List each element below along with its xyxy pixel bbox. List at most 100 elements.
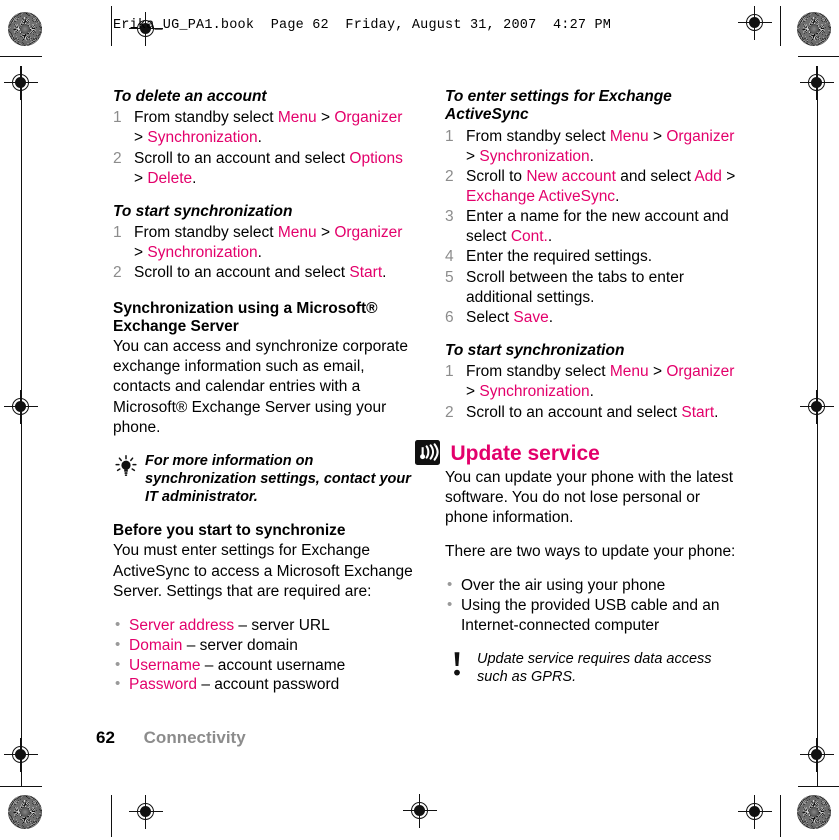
step-number: 2 — [113, 264, 122, 282]
menu-keyword: Menu — [609, 127, 649, 145]
list-item: 1 From standby select Menu > Organizer > … — [445, 127, 745, 167]
list-item: Using the provided USB cable and an Inte… — [445, 595, 745, 636]
step-number: 5 — [445, 268, 454, 286]
step-text: From standby select — [134, 109, 278, 127]
heading-to-delete-an-account: To delete an account — [113, 88, 267, 105]
menu-keyword: Menu — [277, 224, 317, 242]
menu-keyword: Start — [349, 264, 383, 282]
setting-description: – account password — [197, 676, 340, 694]
list-item: Username – account username — [113, 655, 413, 676]
menu-keyword: Organizer — [666, 363, 735, 381]
heading-to-enter-settings-exchange-activesync: To enter settings for Exchange ActiveSyn… — [445, 88, 672, 124]
setting-description: – account username — [200, 656, 346, 674]
step-number: 3 — [445, 208, 454, 226]
step-text: . — [547, 228, 553, 246]
setting-name: Username — [129, 656, 201, 674]
step-text: Enter a name for the new account and sel… — [466, 208, 729, 246]
menu-keyword: Organizer — [666, 127, 735, 145]
menu-keyword: Delete — [147, 169, 193, 187]
tip-callout-it-administrator: For more information on synchronization … — [113, 452, 413, 506]
menu-keyword: Synchronization — [479, 383, 590, 401]
menu-keyword: Add — [694, 167, 722, 185]
steps-start-synchronization-left: 1 From standby select Menu > Organizer > … — [113, 223, 413, 283]
heading-before-you-start: Before you start to synchronize — [113, 522, 346, 540]
step-text: . — [615, 187, 620, 205]
note-callout-gprs: Update service requires data access such… — [445, 650, 745, 686]
step-text: > — [316, 224, 335, 242]
list-item: 6 Select Save. — [445, 308, 745, 328]
step-text: Scroll to — [466, 167, 527, 185]
exclamation-icon — [449, 651, 465, 677]
setting-name: Domain — [129, 636, 183, 654]
setting-description: – server domain — [182, 636, 298, 654]
step-number: 1 — [445, 127, 454, 145]
step-text: Scroll to an account and select — [134, 264, 350, 282]
page-content: To delete an account 1 From standby selec… — [0, 0, 839, 840]
list-required-settings: Server address – server URLDomain – serv… — [113, 615, 413, 695]
step-text: > — [648, 363, 667, 381]
list-item: Server address – server URL — [113, 615, 413, 636]
list-item: Password – account password — [113, 674, 413, 695]
footer-page-number: 62 — [96, 728, 115, 747]
menu-keyword: Organizer — [334, 224, 403, 242]
step-text: > — [721, 167, 736, 185]
steps-enter-settings: 1 From standby select Menu > Organizer > … — [445, 127, 745, 328]
page-footer: 62 Connectivity — [96, 728, 246, 748]
step-text: > — [134, 169, 148, 187]
step-text: . — [257, 244, 262, 262]
step-text: > — [466, 147, 480, 165]
step-text: Select — [466, 308, 514, 326]
step-text: . — [589, 383, 594, 401]
step-text: > — [648, 127, 667, 145]
menu-keyword: Save — [513, 308, 549, 326]
step-text: > — [466, 383, 480, 401]
list-item: 1 From standby select Menu > Organizer > … — [445, 362, 745, 402]
step-text: . — [257, 129, 262, 147]
steps-delete-account: 1 From standby select Menu > Organizer > … — [113, 108, 413, 189]
step-text: . — [382, 264, 387, 282]
menu-keyword: Exchange ActiveSync — [466, 187, 616, 205]
menu-keyword: Cont. — [510, 228, 548, 246]
right-column: To enter settings for Exchange ActiveSyn… — [415, 88, 745, 686]
step-number: 2 — [445, 403, 454, 421]
list-item: 2 Scroll to an account and select Options… — [113, 149, 413, 189]
menu-keyword: Synchronization — [479, 147, 590, 165]
list-item: Over the air using your phone — [445, 575, 745, 596]
menu-keyword: Organizer — [334, 109, 403, 127]
step-number: 6 — [445, 308, 454, 326]
tip-callout-text: For more information on synchronization … — [145, 452, 411, 506]
paragraph-update-service-2: There are two ways to update your phone: — [445, 543, 736, 561]
step-number: 1 — [113, 224, 122, 242]
step-number: 4 — [445, 248, 454, 266]
menu-keyword: Options — [349, 149, 403, 167]
step-text: . — [589, 147, 594, 165]
paragraph-before-you-start: You must enter settings for Exchange Act… — [113, 542, 413, 600]
heading-to-start-synchronization-right: To start synchronization — [445, 341, 625, 359]
left-column: To delete an account 1 From standby selec… — [113, 88, 413, 695]
step-text: and select — [615, 167, 695, 185]
list-item: 5 Scroll between the tabs to enter additi… — [445, 268, 745, 308]
step-text: . — [548, 308, 554, 326]
step-text: Scroll between the tabs to enter additio… — [466, 268, 684, 306]
step-text: > — [134, 129, 148, 147]
list-item: Domain – server domain — [113, 635, 413, 656]
list-item: 1 From standby select Menu > Organizer > … — [113, 108, 413, 148]
step-number: 1 — [113, 109, 122, 127]
section-title-update-service: Update service — [450, 442, 600, 466]
step-text: From standby select — [466, 363, 610, 381]
section-heading-update-service: Update service — [415, 439, 745, 468]
list-item: 4 Enter the required settings. — [445, 247, 745, 267]
step-text: Enter the required settings. — [466, 248, 653, 266]
footer-chapter-name: Connectivity — [143, 728, 246, 747]
step-number: 2 — [445, 167, 454, 185]
paragraph-update-service-1: You can update your phone with the lates… — [445, 468, 734, 526]
step-text: From standby select — [134, 224, 278, 242]
setting-description: – server URL — [234, 616, 330, 634]
steps-start-synchronization-right: 1 From standby select Menu > Organizer > … — [445, 362, 745, 422]
menu-keyword: Synchronization — [147, 129, 258, 147]
step-number: 2 — [113, 149, 122, 167]
menu-keyword: New account — [526, 167, 616, 185]
step-text: From standby select — [466, 127, 610, 145]
step-text: > — [316, 109, 335, 127]
list-item: 2 Scroll to New account and select Add > … — [445, 167, 745, 207]
